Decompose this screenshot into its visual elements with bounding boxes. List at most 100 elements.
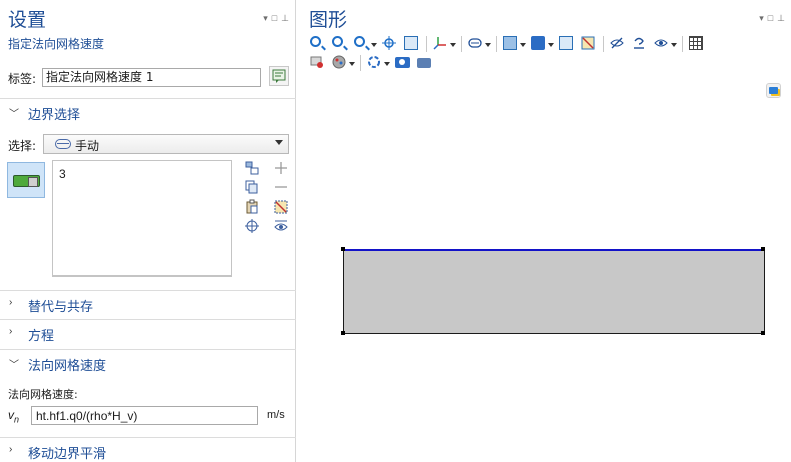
section-boundary-selection[interactable]: ﹀ 边界选择 [0, 98, 296, 124]
clear-selection-button[interactable] [580, 35, 598, 53]
pin-icon[interactable]: ⊥ [281, 13, 289, 24]
velocity-symbol: vn [8, 408, 19, 424]
velocity-symbol-subscript: n [14, 414, 20, 425]
geometry-vertex[interactable] [761, 331, 765, 335]
toolbar-separator [360, 55, 361, 71]
graphics-toolbar-row-1 [309, 35, 710, 53]
zoom-window-button[interactable] [558, 35, 576, 53]
restore-icon[interactable]: □ [768, 13, 773, 24]
printer-icon [417, 58, 431, 68]
zoom-extents-button[interactable] [403, 35, 421, 53]
toolbar-separator [603, 36, 604, 52]
velocity-caption: 法向网格速度: [8, 388, 78, 401]
graphics-toolbar-row-2 [309, 54, 438, 72]
zoom-box-button[interactable] [353, 35, 377, 53]
selection-mode-dropdown[interactable]: 手动 [43, 134, 289, 154]
reset-hiding-button[interactable] [631, 35, 649, 53]
section-title: 方程 [28, 329, 55, 344]
selection-caption: 选择: [8, 139, 37, 153]
view-axis-button[interactable] [432, 35, 456, 53]
select-boundaries-button[interactable] [467, 35, 491, 53]
menu-dropdown-icon[interactable]: ▾ [759, 13, 764, 24]
add-icon[interactable] [273, 160, 289, 176]
color-table-icon [332, 55, 346, 69]
section-normal-mesh-velocity[interactable]: ﹀ 法向网格速度 [0, 349, 296, 375]
section-override-contribution[interactable]: › 替代与共存 [0, 290, 296, 316]
display-mode-icon [531, 36, 545, 50]
geometry-rectangle[interactable] [343, 249, 765, 334]
chevron-right-icon: › [9, 297, 13, 308]
display-mode-button[interactable] [530, 35, 554, 53]
clear-selection-icon [581, 36, 595, 50]
window-layout-icon[interactable] [766, 83, 781, 98]
paste-icon[interactable] [244, 199, 260, 215]
zoom-in-button[interactable] [309, 35, 327, 53]
selection-mode-icon [503, 36, 517, 50]
graphics-title: 图形 [309, 9, 348, 31]
visibility-icon[interactable] [273, 218, 289, 234]
toolbar-separator [496, 36, 497, 52]
zoom-out-button[interactable] [331, 35, 349, 53]
graphics-window-controls: ▾ □ ⊥ [759, 13, 785, 24]
boundary-icon [55, 139, 71, 149]
zoom-in-icon [310, 36, 321, 47]
label-input[interactable]: 指定法向网格速度 1 [42, 68, 261, 87]
hide-button[interactable] [609, 35, 627, 53]
settings-window-controls: ▾ □ ⊥ [263, 13, 289, 24]
grid-icon [689, 36, 703, 50]
geometry-vertex[interactable] [341, 247, 345, 251]
label-caption: 标签: [8, 72, 37, 86]
clear-selection-icon[interactable] [273, 199, 289, 215]
zoom-window-icon [559, 36, 573, 50]
chevron-right-icon: › [9, 444, 13, 455]
image-snapshot-button[interactable] [394, 54, 412, 72]
geometry-vertex[interactable] [761, 247, 765, 251]
restore-icon[interactable]: □ [272, 13, 277, 24]
eye-icon [654, 39, 668, 47]
color-table-button[interactable] [331, 54, 355, 72]
active-toggle-button[interactable] [7, 162, 45, 198]
reset-hiding-icon [634, 37, 644, 49]
graphics-panel: 图形 ▾ □ ⊥ [301, 0, 791, 462]
section-title: 移动边界平滑 [28, 447, 107, 462]
toolbar-separator [461, 36, 462, 52]
menu-dropdown-icon[interactable]: ▾ [263, 13, 268, 24]
boundary-select-icon [468, 38, 482, 48]
axis-icon [433, 37, 446, 50]
scene-light-button[interactable] [309, 54, 327, 72]
section-title: 边界选择 [28, 108, 81, 123]
settings-title: 设置 [8, 9, 47, 31]
chevron-right-icon: › [9, 326, 13, 337]
transparency-button[interactable] [366, 54, 390, 72]
visibility-button[interactable] [653, 35, 677, 53]
transparency-icon [368, 56, 380, 68]
remove-icon[interactable] [273, 179, 289, 195]
settings-panel: 设置 指定法向网格速度 ▾ □ ⊥ 标签: 指定法向网格速度 1 ﹀ 边界选择 … [0, 0, 296, 462]
scene-light-icon [310, 56, 323, 68]
hide-icon [610, 37, 624, 49]
selection-mode-button[interactable] [502, 35, 526, 53]
settings-subtitle: 指定法向网格速度 [8, 37, 105, 51]
pin-icon[interactable]: ⊥ [777, 13, 785, 24]
chevron-down-icon: ﹀ [9, 360, 19, 371]
copy-icon[interactable] [244, 179, 260, 195]
dropdown-arrow-icon [275, 140, 283, 145]
velocity-unit: m/s [267, 409, 285, 421]
geometry-vertex[interactable] [341, 331, 345, 335]
section-moving-boundary-smoothing[interactable]: › 移动边界平滑 [0, 437, 296, 462]
zoom-selection-icon [382, 36, 396, 50]
section-title: 法向网格速度 [28, 359, 107, 374]
zoom-selection-button[interactable] [381, 35, 399, 53]
grid-button[interactable] [688, 35, 706, 53]
selection-list[interactable]: 3 [52, 160, 232, 277]
zoom-out-icon [332, 36, 343, 47]
select-domains-icon[interactable] [244, 160, 260, 176]
chevron-down-icon: ﹀ [9, 109, 19, 120]
label-button[interactable] [269, 66, 289, 86]
zoom-to-selection-icon[interactable] [244, 218, 260, 234]
list-item[interactable]: 3 [59, 167, 66, 181]
print-button[interactable] [416, 54, 434, 72]
velocity-expression-input[interactable]: ht.hf1.q0/(rho*H_v) [31, 406, 258, 425]
section-equation[interactable]: › 方程 [0, 319, 296, 345]
toolbar-separator [682, 36, 683, 52]
